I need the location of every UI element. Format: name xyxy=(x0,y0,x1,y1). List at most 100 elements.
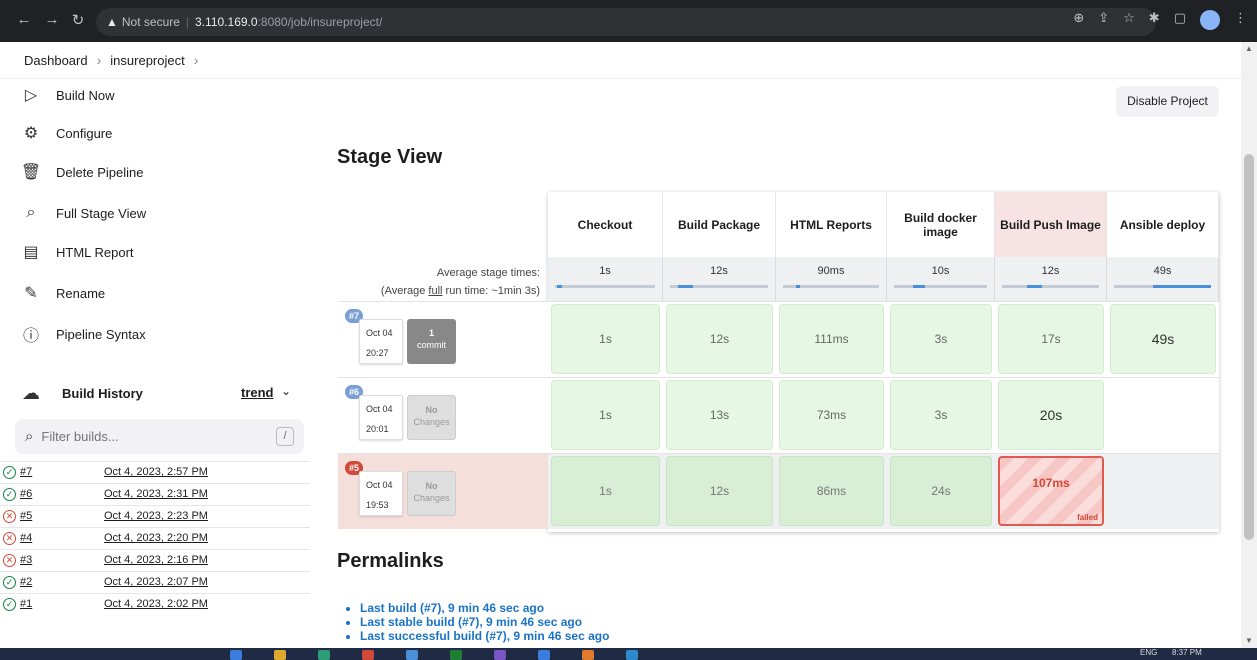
gear-icon: ⚙ xyxy=(23,125,39,142)
success-status-icon[interactable]: ✓ xyxy=(3,598,16,611)
stage-cell[interactable]: 12s xyxy=(666,456,773,526)
taskbar-app-icon[interactable] xyxy=(230,650,242,660)
success-status-icon[interactable]: ✓ xyxy=(3,488,16,501)
taskbar-app-icon[interactable] xyxy=(450,650,462,660)
build-date-link[interactable]: Oct 4, 2023, 2:31 PM xyxy=(104,488,208,500)
stage-cell[interactable]: 24s xyxy=(890,456,992,526)
breadcrumb-insureproject[interactable]: insureproject xyxy=(110,53,184,68)
build-number-link[interactable]: #4 xyxy=(20,532,32,544)
stage-duration: 24s xyxy=(931,484,951,498)
page-scrollbar[interactable]: ▲ ▼ xyxy=(1241,42,1257,648)
task-configure[interactable]: ⚙ Configure xyxy=(20,122,113,144)
menu-icon[interactable]: ⋮ xyxy=(1234,10,1247,30)
taskbar-app-icon[interactable] xyxy=(274,650,286,660)
stage-cell[interactable]: 12s xyxy=(666,304,773,374)
task-rename[interactable]: ✎ Rename xyxy=(20,282,105,304)
permalink-last-stable-build[interactable]: Last stable build (#7), 9 min 46 sec ago xyxy=(360,615,582,629)
stage-cell[interactable]: 1s xyxy=(551,456,660,526)
task-pipeline-syntax[interactable]: ⓘ Pipeline Syntax xyxy=(20,323,146,346)
taskbar-app-icon[interactable] xyxy=(362,650,374,660)
build-date: Oct 04 xyxy=(366,480,393,490)
stage-cell[interactable]: 73ms xyxy=(779,380,884,450)
stage-cell[interactable]: 1s xyxy=(551,380,660,450)
back-icon[interactable]: ← xyxy=(12,11,36,28)
build-number-link[interactable]: #3 xyxy=(20,554,32,566)
task-html-report[interactable]: ▤ HTML Report xyxy=(20,241,133,263)
avg-label-line1: Average stage times: xyxy=(436,267,540,279)
taskbar-app-icon[interactable] xyxy=(626,650,638,660)
stage-cell[interactable]: 20s xyxy=(998,380,1104,450)
stage-cell[interactable]: 86ms xyxy=(779,456,884,526)
profile-avatar[interactable] xyxy=(1200,10,1220,30)
taskbar-app-icon[interactable] xyxy=(538,650,550,660)
taskbar-app-icon[interactable] xyxy=(318,650,330,660)
bookmark-star-icon[interactable]: ☆ xyxy=(1123,10,1135,30)
failed-status-icon[interactable]: ✕ xyxy=(3,510,16,523)
build-number-link[interactable]: #5 xyxy=(20,510,32,522)
stage-average-time: 12s xyxy=(710,265,728,277)
stage-cell[interactable]: 3s xyxy=(890,304,992,374)
breadcrumb-dashboard[interactable]: Dashboard xyxy=(24,53,88,68)
full-link[interactable]: full xyxy=(428,285,442,297)
stage-duration: 1s xyxy=(599,332,612,346)
stage-duration: 1s xyxy=(599,484,612,498)
success-status-icon[interactable]: ✓ xyxy=(3,466,16,479)
stage-cell[interactable]: 13s xyxy=(666,380,773,450)
build-history-row: ✕ #3 Oct 4, 2023, 2:16 PM xyxy=(0,549,310,571)
scroll-down-icon[interactable]: ▼ xyxy=(1245,636,1253,645)
build-date-link[interactable]: Oct 4, 2023, 2:07 PM xyxy=(104,576,208,588)
reload-icon[interactable]: ↻ xyxy=(66,11,90,29)
task-build-now[interactable]: ▷ Build Now xyxy=(20,84,115,106)
avg-label-line2: (Average full run time: ~1min 3s) xyxy=(380,285,540,297)
scrollbar-thumb[interactable] xyxy=(1244,154,1254,540)
stage-cell[interactable]: 107ms failed xyxy=(998,456,1104,526)
stage-header: Build Push Image xyxy=(995,192,1107,257)
failed-status-icon[interactable]: ✕ xyxy=(3,532,16,545)
task-delete-pipeline[interactable]: 🗑 Delete Pipeline xyxy=(20,161,144,183)
changes-box[interactable]: No Changes xyxy=(407,395,456,440)
taskbar-app-icon[interactable] xyxy=(582,650,594,660)
build-number-link[interactable]: #1 xyxy=(20,598,32,610)
stage-cell[interactable]: 49s xyxy=(1110,304,1216,374)
taskbar-app-icon[interactable] xyxy=(406,650,418,660)
trend-link[interactable]: trend xyxy=(241,385,274,400)
build-number-link[interactable]: #6 xyxy=(20,488,32,500)
changes-box[interactable]: No Changes xyxy=(407,471,456,516)
changes-label: commit xyxy=(417,340,446,350)
changes-box[interactable]: 1 commit xyxy=(407,319,456,364)
taskbar-app-icon[interactable] xyxy=(494,650,506,660)
stage-duration: 12s xyxy=(709,332,730,346)
build-date-link[interactable]: Oct 4, 2023, 2:16 PM xyxy=(104,554,208,566)
build-date-link[interactable]: Oct 4, 2023, 2:02 PM xyxy=(104,598,208,610)
build-date-link[interactable]: Oct 4, 2023, 2:57 PM xyxy=(104,466,208,478)
stage-cell[interactable]: 17s xyxy=(998,304,1104,374)
build-number-link[interactable]: #2 xyxy=(20,576,32,588)
failed-status-icon[interactable]: ✕ xyxy=(3,554,16,567)
share-icon[interactable]: ⇪ xyxy=(1098,10,1109,30)
extensions-icon[interactable]: ✱ xyxy=(1149,10,1160,30)
build-number-link[interactable]: #7 xyxy=(20,466,32,478)
build-date-link[interactable]: Oct 4, 2023, 2:20 PM xyxy=(104,532,208,544)
address-bar[interactable]: ▲ Not secure | 3.110.169.0 :8080/job/ins… xyxy=(96,8,1156,36)
scroll-up-icon[interactable]: ▲ xyxy=(1245,44,1253,53)
success-status-icon[interactable]: ✓ xyxy=(3,576,16,589)
task-full-stage-view[interactable]: ⌕ Full Stage View xyxy=(20,202,147,224)
build-date-link[interactable]: Oct 4, 2023, 2:23 PM xyxy=(104,510,208,522)
filter-builds: ⌕ / xyxy=(15,419,304,454)
chevron-right-icon[interactable]: › xyxy=(194,52,199,68)
zoom-icon[interactable]: ⊕ xyxy=(1073,10,1084,30)
disable-project-button[interactable]: Disable Project xyxy=(1116,86,1219,117)
build-history-row: ✓ #2 Oct 4, 2023, 2:07 PM xyxy=(0,571,310,593)
forward-icon[interactable]: → xyxy=(40,11,64,28)
window-icon[interactable]: ▢ xyxy=(1174,10,1186,30)
stage-cell[interactable]: 3s xyxy=(890,380,992,450)
changes-count: No xyxy=(425,405,438,415)
build-history-row: ✕ #5 Oct 4, 2023, 2:23 PM xyxy=(0,505,310,527)
stage-cell[interactable]: 1s xyxy=(551,304,660,374)
chevron-down-icon[interactable]: ⌄ xyxy=(281,384,291,398)
permalink-last-successful-build[interactable]: Last successful build (#7), 9 min 46 sec… xyxy=(360,629,609,643)
stage-average-time: 90ms xyxy=(817,265,845,277)
permalink-last-build[interactable]: Last build (#7), 9 min 46 sec ago xyxy=(360,601,544,615)
filter-builds-input[interactable] xyxy=(41,429,262,444)
stage-cell[interactable]: 111ms xyxy=(779,304,884,374)
